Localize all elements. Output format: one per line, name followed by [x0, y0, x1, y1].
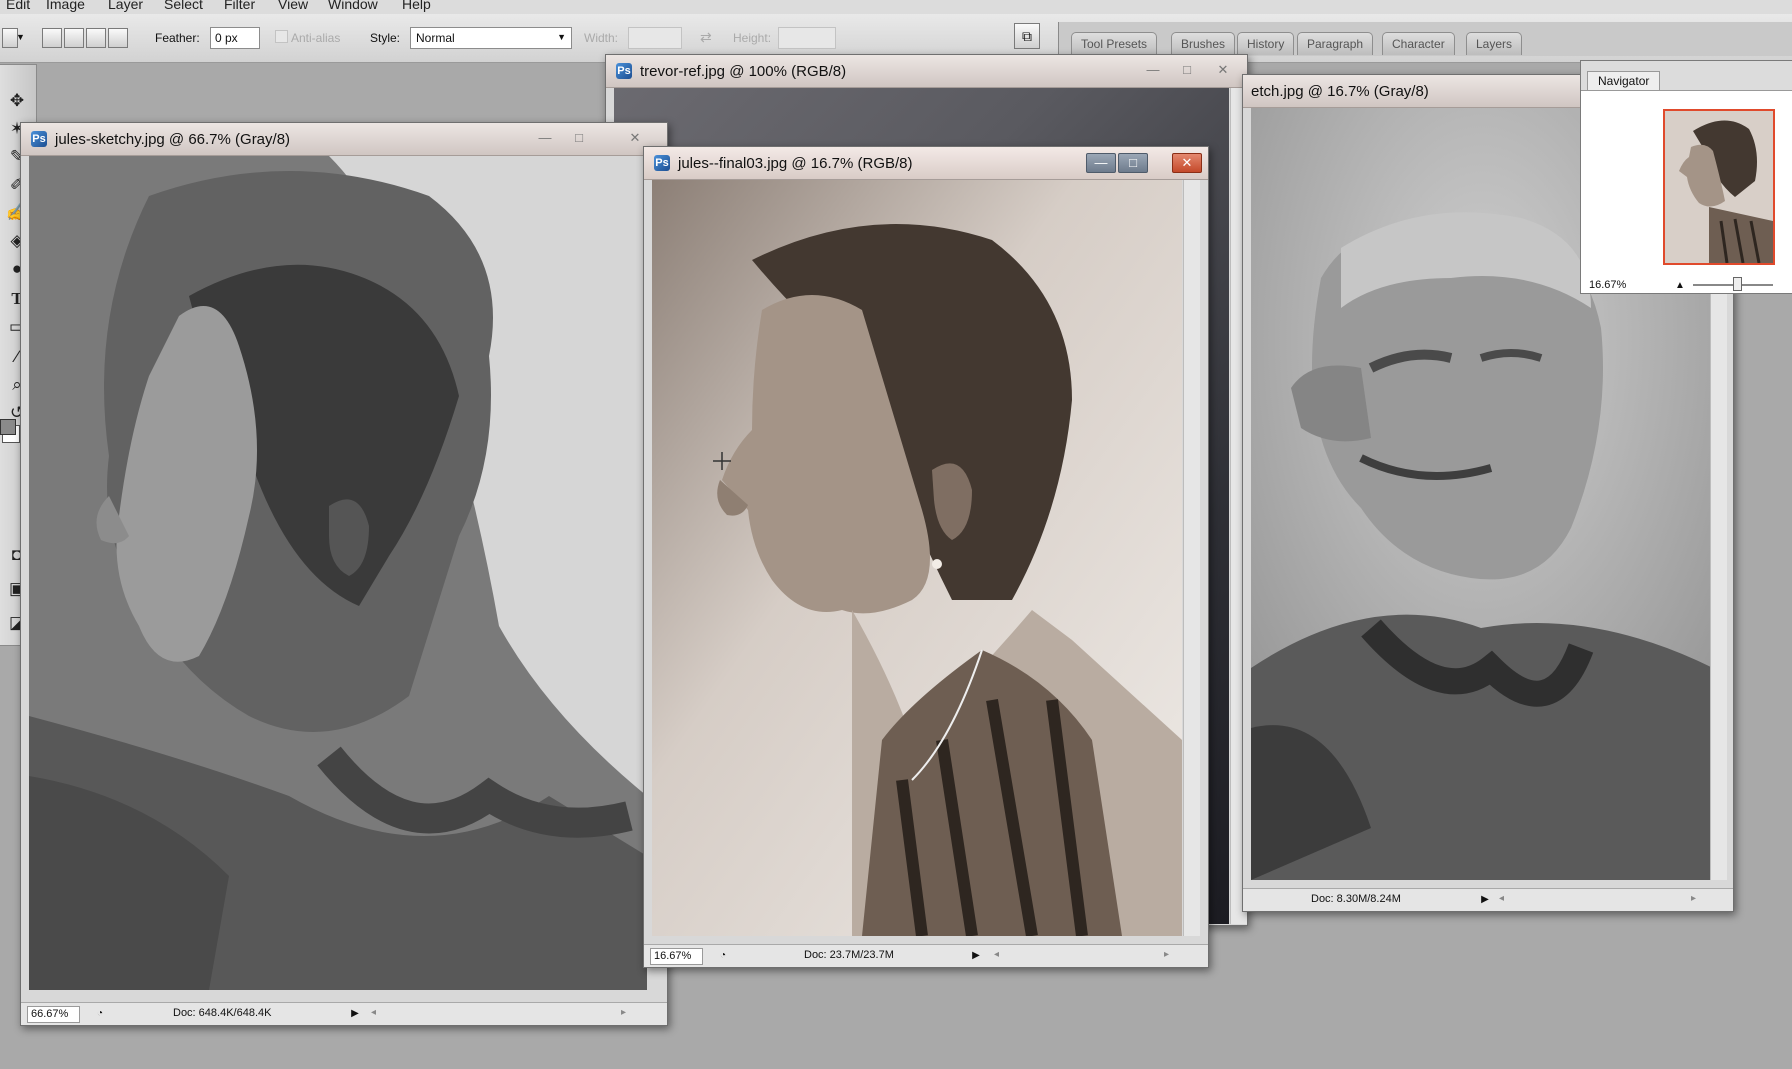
- swap-dimensions-icon[interactable]: ⇄: [700, 29, 712, 46]
- menu-bar: Edit Image Layer Select Filter View Wind…: [0, 0, 1792, 14]
- photoshop-document-icon: Ps: [31, 131, 47, 147]
- palette-well: Tool Presets Brushes History Paragraph C…: [1058, 22, 1792, 56]
- window-title: trevor-ref.jpg @ 100% (RGB/8): [640, 63, 847, 80]
- scroll-right-icon[interactable]: ▸: [1691, 893, 1696, 904]
- zoom-preview-icon[interactable]: ◔: [716, 948, 730, 963]
- status-menu-arrow-icon[interactable]: ▶: [348, 1006, 362, 1021]
- height-input[interactable]: [778, 27, 836, 49]
- tab-paragraph[interactable]: Paragraph: [1297, 32, 1374, 55]
- intersect-selection-icon[interactable]: [108, 28, 128, 48]
- menu-filter[interactable]: Filter: [224, 0, 255, 12]
- add-to-selection-icon[interactable]: [64, 28, 84, 48]
- minimize-icon[interactable]: —: [1086, 153, 1116, 173]
- close-icon[interactable]: ✕: [621, 129, 649, 147]
- scroll-left-icon[interactable]: ◂: [1499, 893, 1504, 904]
- jules-final-artwork: [652, 180, 1182, 936]
- menu-help[interactable]: Help: [402, 0, 431, 12]
- zoom-preview-icon[interactable]: ◔: [93, 1006, 107, 1021]
- navigator-preview: [1665, 111, 1773, 263]
- tab-brushes[interactable]: Brushes: [1171, 32, 1236, 55]
- feather-value: 0 px: [215, 31, 238, 45]
- navigator-palette: Navigator 16.67% ▲: [1580, 60, 1792, 294]
- tab-tool-presets[interactable]: Tool Presets: [1071, 32, 1158, 55]
- chevron-down-icon: ▼: [16, 32, 25, 42]
- navigator-zoom-value[interactable]: 16.67%: [1589, 279, 1626, 291]
- jules-sketchy-artwork: [29, 156, 647, 990]
- window-title: jules-sketchy.jpg @ 66.7% (Gray/8): [55, 131, 291, 148]
- minimize-icon[interactable]: —: [1139, 61, 1167, 79]
- height-label: Height:: [733, 31, 772, 45]
- new-selection-icon[interactable]: [42, 28, 62, 48]
- zoom-slider-handle[interactable]: [1733, 277, 1742, 291]
- document-window-jules-final[interactable]: Ps jules--final03.jpg @ 16.7% (RGB/8) — …: [643, 146, 1209, 968]
- style-label: Style:: [370, 31, 401, 45]
- navigator-thumbnail[interactable]: [1663, 109, 1775, 265]
- tab-history[interactable]: History: [1237, 32, 1295, 55]
- navigator-panel: 16.67% ▲: [1581, 90, 1792, 293]
- document-canvas[interactable]: [652, 180, 1182, 936]
- menu-view[interactable]: View: [278, 0, 308, 12]
- scroll-right-icon[interactable]: ▸: [621, 1007, 626, 1018]
- antialias-checkbox[interactable]: [275, 30, 288, 43]
- scroll-left-icon[interactable]: ◂: [371, 1007, 376, 1018]
- subtract-from-selection-icon[interactable]: [86, 28, 106, 48]
- vertical-scrollbar[interactable]: [1183, 180, 1200, 936]
- style-value: Normal: [416, 31, 455, 45]
- palette-toggle-icon[interactable]: ⧉: [1014, 23, 1040, 49]
- status-bar: Doc: 8.30M/8.24M ▶ ◂ ▸: [1243, 888, 1733, 911]
- menu-edit[interactable]: Edit: [6, 0, 30, 12]
- close-icon[interactable]: ✕: [1209, 61, 1237, 79]
- menu-window[interactable]: Window: [328, 0, 378, 12]
- feather-label: Feather:: [155, 31, 200, 45]
- zoom-field[interactable]: 16.67%: [650, 948, 703, 965]
- status-bar: 16.67% ◔ Doc: 23.7M/23.7M ▶ ◂ ▸: [644, 944, 1208, 967]
- tab-navigator[interactable]: Navigator: [1587, 71, 1661, 90]
- doc-size-info: Doc: 648.4K/648.4K: [173, 1007, 272, 1019]
- maximize-icon[interactable]: □: [565, 129, 593, 147]
- style-select[interactable]: Normal ▼: [410, 27, 572, 49]
- photoshop-document-icon: Ps: [654, 155, 670, 171]
- antialias-label: Anti-alias: [291, 31, 341, 45]
- window-title: jules--final03.jpg @ 16.7% (RGB/8): [678, 155, 913, 172]
- minimize-icon[interactable]: —: [531, 129, 559, 147]
- tab-character[interactable]: Character: [1382, 32, 1455, 55]
- window-titlebar[interactable]: Ps trevor-ref.jpg @ 100% (RGB/8) — □ ✕: [606, 55, 1247, 88]
- photoshop-document-icon: Ps: [616, 63, 632, 79]
- window-titlebar[interactable]: Ps jules--final03.jpg @ 16.7% (RGB/8) — …: [644, 147, 1208, 180]
- move-tool-icon[interactable]: ✥: [4, 89, 30, 113]
- width-input[interactable]: [628, 27, 682, 49]
- status-menu-arrow-icon[interactable]: ▶: [969, 948, 983, 963]
- maximize-icon[interactable]: □: [1173, 61, 1201, 79]
- chevron-down-icon: ▼: [557, 32, 566, 42]
- status-bar: 66.67% ◔ Doc: 648.4K/648.4K ▶ ◂ ▸: [21, 1002, 667, 1025]
- maximize-icon[interactable]: □: [1118, 153, 1148, 173]
- zoom-field[interactable]: 66.67%: [27, 1006, 80, 1023]
- menu-layer[interactable]: Layer: [108, 0, 143, 12]
- doc-size-info: Doc: 23.7M/23.7M: [804, 949, 894, 961]
- menu-select[interactable]: Select: [164, 0, 203, 12]
- scroll-right-icon[interactable]: ▸: [1164, 949, 1169, 960]
- zoom-out-icon[interactable]: ▲: [1675, 280, 1685, 291]
- tab-layers[interactable]: Layers: [1466, 32, 1523, 55]
- feather-input[interactable]: 0 px: [210, 27, 260, 49]
- width-label: Width:: [584, 31, 619, 45]
- window-title: etch.jpg @ 16.7% (Gray/8): [1251, 83, 1429, 100]
- scroll-left-icon[interactable]: ◂: [994, 949, 999, 960]
- document-window-jules-sketchy[interactable]: Ps jules-sketchy.jpg @ 66.7% (Gray/8) — …: [20, 122, 668, 1026]
- document-canvas[interactable]: [29, 156, 647, 990]
- doc-size-info: Doc: 8.30M/8.24M: [1311, 893, 1401, 905]
- status-menu-arrow-icon[interactable]: ▶: [1478, 892, 1492, 907]
- window-titlebar[interactable]: Ps jules-sketchy.jpg @ 66.7% (Gray/8) — …: [21, 123, 667, 156]
- foreground-color-swatch[interactable]: [0, 419, 16, 435]
- close-icon[interactable]: ✕: [1172, 153, 1202, 173]
- menu-image[interactable]: Image: [46, 0, 85, 12]
